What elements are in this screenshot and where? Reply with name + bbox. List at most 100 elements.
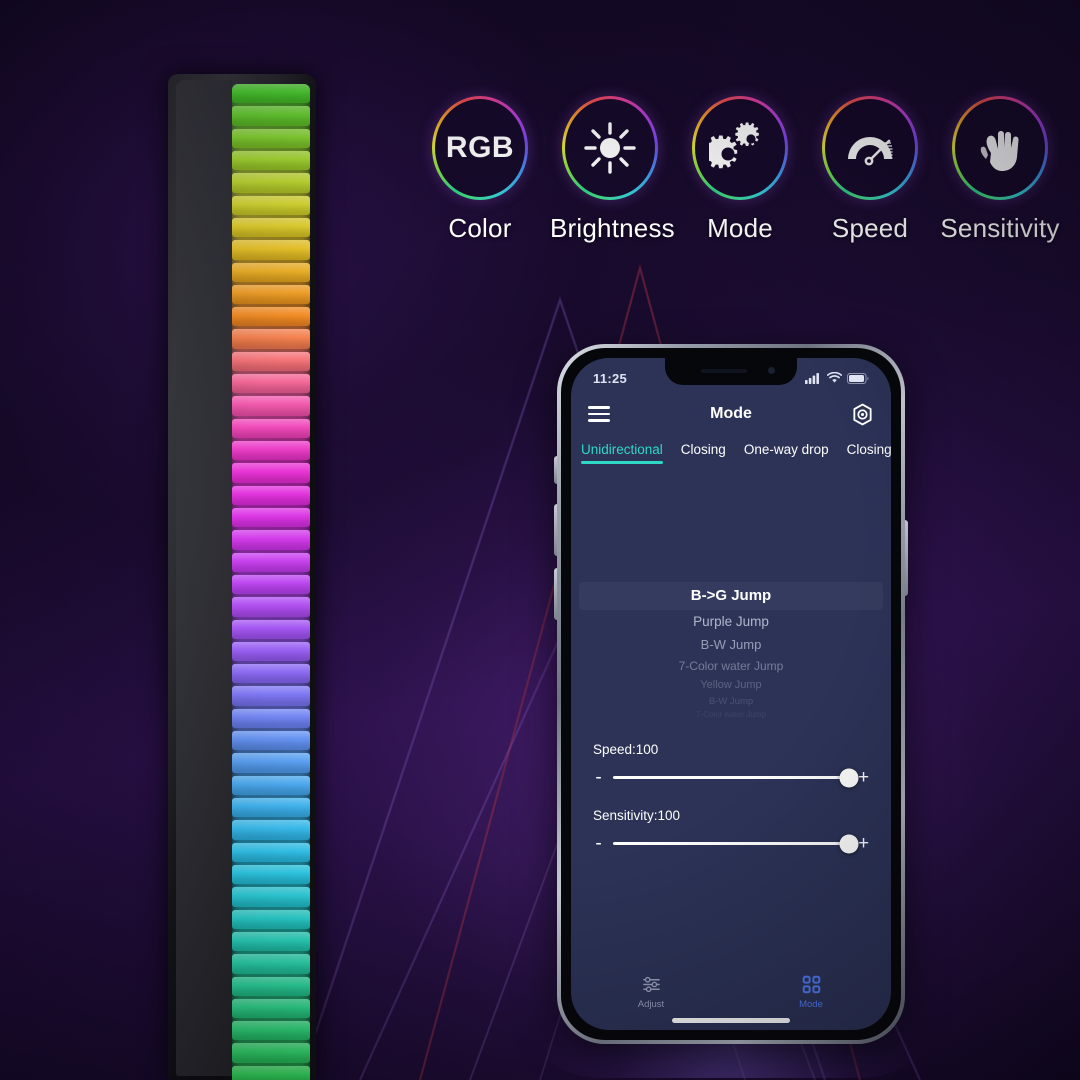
home-indicator[interactable] [672, 1018, 790, 1023]
slider-row-sensitivity: - + [593, 834, 869, 853]
led-segment [232, 485, 310, 506]
led-segment [232, 217, 310, 238]
feature-label-sensitivity: Sensitivity [940, 213, 1060, 243]
led-segment [232, 128, 310, 149]
tab-unidirectional[interactable]: Unidirectional [581, 442, 663, 464]
slider-row-speed: - + [593, 768, 869, 787]
speedometer-icon [848, 137, 893, 166]
feature-color: RGB Color [420, 96, 540, 244]
picker-item[interactable]: Purple Jump [571, 610, 891, 634]
led-segment [232, 820, 310, 840]
led-segment [232, 753, 310, 774]
slider-knob-speed[interactable] [839, 768, 859, 787]
feature-label-speed: Speed [831, 213, 909, 243]
page-title: Mode [710, 405, 752, 422]
led-segment [232, 351, 310, 372]
slider-decrease-speed[interactable]: - [593, 768, 604, 787]
feature-ring-sensitivity [952, 96, 1048, 200]
slider-section: Speed:100- + Sensitivity:100- + [571, 722, 891, 853]
slider-track-speed[interactable] [613, 768, 859, 787]
app-header: Mode [571, 392, 891, 436]
mode-picker-wheel[interactable]: B->G Jump Purple Jump B-W Jump 7-Color wate… [571, 582, 891, 722]
feature-ring-color: RGB [432, 96, 528, 200]
phone-power-button[interactable] [905, 520, 908, 596]
picker-item[interactable]: B-W Jump [571, 694, 891, 709]
phone-volume-up-button[interactable] [554, 504, 557, 556]
phone-frame: 11:25 Mode Unidirectional Closing One-wa… [554, 344, 908, 1044]
picker-item-selected[interactable]: B->G Jump [571, 582, 891, 610]
led-segment [232, 418, 310, 439]
phone-silent-switch[interactable] [554, 456, 557, 484]
hamburger-menu-icon[interactable] [588, 406, 610, 422]
led-segment [232, 374, 310, 394]
led-segment [232, 240, 310, 260]
led-segment [232, 150, 310, 171]
led-segment [232, 998, 310, 1019]
feature-sensitivity: Sensitivity [940, 96, 1060, 244]
led-segment [232, 195, 310, 216]
slider-track-sensitivity[interactable] [613, 834, 859, 853]
slider-increase-sensitivity[interactable]: + [858, 834, 869, 853]
led-segment [232, 887, 310, 907]
led-segment [232, 284, 310, 305]
bottom-navigation-bar[interactable]: Adjust Mode [571, 968, 891, 1030]
slider-knob-sensitivity[interactable] [839, 834, 859, 853]
led-segment [232, 1021, 310, 1041]
slider-label-sensitivity: Sensitivity:100 [593, 808, 681, 823]
picker-item[interactable]: 7-Color water Jump [571, 656, 891, 676]
tab-closing[interactable]: Closing [681, 442, 726, 464]
phone-volume-down-button[interactable] [554, 568, 557, 620]
battery-icon [847, 372, 869, 384]
led-segment [232, 307, 310, 327]
slider-increase-speed[interactable]: + [858, 768, 869, 787]
led-segment [232, 1043, 310, 1064]
mode-tab-strip[interactable]: Unidirectional Closing One-way drop Closing… [571, 436, 891, 464]
led-segment [232, 441, 310, 461]
rgb-led-sound-bar [168, 74, 318, 1080]
product-marketing-image: RGB Color Brightness Mode Speed Sensitiv… [0, 0, 1080, 1080]
tab-one-way-drop[interactable]: One-way drop [744, 442, 829, 464]
led-segment [232, 507, 310, 528]
led-segment [232, 84, 310, 104]
led-segment [232, 731, 310, 751]
smartphone-mockup: 11:25 Mode Unidirectional Closing One-wa… [511, 318, 951, 1078]
led-segment [232, 909, 310, 930]
picker-item[interactable]: B-W Jump [571, 634, 891, 656]
tab-closing-a[interactable]: Closing a [847, 442, 891, 464]
led-segment [232, 597, 310, 617]
led-segment [232, 641, 310, 662]
feature-ring-speed [822, 96, 918, 200]
slider-block-sensitivity: Sensitivity:100- + [593, 808, 869, 853]
led-segment [232, 775, 310, 796]
nav-label-mode: Mode [799, 999, 823, 1010]
rgb-icon: RGB [445, 131, 515, 164]
feature-label-brightness: Brightness [550, 213, 675, 243]
sun-icon [584, 122, 636, 174]
sliders-icon [642, 976, 660, 993]
settings-hex-icon[interactable] [851, 403, 874, 426]
status-time: 11:25 [593, 370, 628, 386]
phone-bezel: 11:25 Mode Unidirectional Closing One-wa… [561, 348, 901, 1040]
led-segment [232, 864, 310, 885]
led-segment [232, 619, 310, 640]
feature-speed: Speed [810, 96, 930, 244]
led-segment [232, 1065, 310, 1080]
led-segment [232, 954, 310, 974]
nav-label-adjust: Adjust [637, 999, 665, 1010]
gears-icon [709, 122, 759, 169]
phone-screen: 11:25 Mode Unidirectional Closing One-wa… [571, 358, 891, 1030]
picker-item[interactable]: Yellow Jump [571, 676, 891, 694]
picker-item[interactable]: 7-Color water Jump [571, 709, 891, 721]
slider-decrease-sensitivity[interactable]: - [593, 834, 604, 853]
slider-label-speed: Speed:100 [593, 742, 659, 757]
feature-ring-mode [692, 96, 788, 200]
led-segment [232, 552, 310, 573]
led-bar-side-face [176, 80, 232, 1076]
slider-block-speed: Speed:100- + [593, 742, 869, 787]
led-segment [232, 329, 310, 350]
feature-icon-row: RGB Color Brightness Mode Speed Sensitiv… [420, 96, 1060, 244]
led-segment [232, 574, 310, 595]
led-segment [232, 664, 310, 684]
cellular-signal-icon [805, 373, 819, 384]
led-segment [232, 396, 310, 417]
